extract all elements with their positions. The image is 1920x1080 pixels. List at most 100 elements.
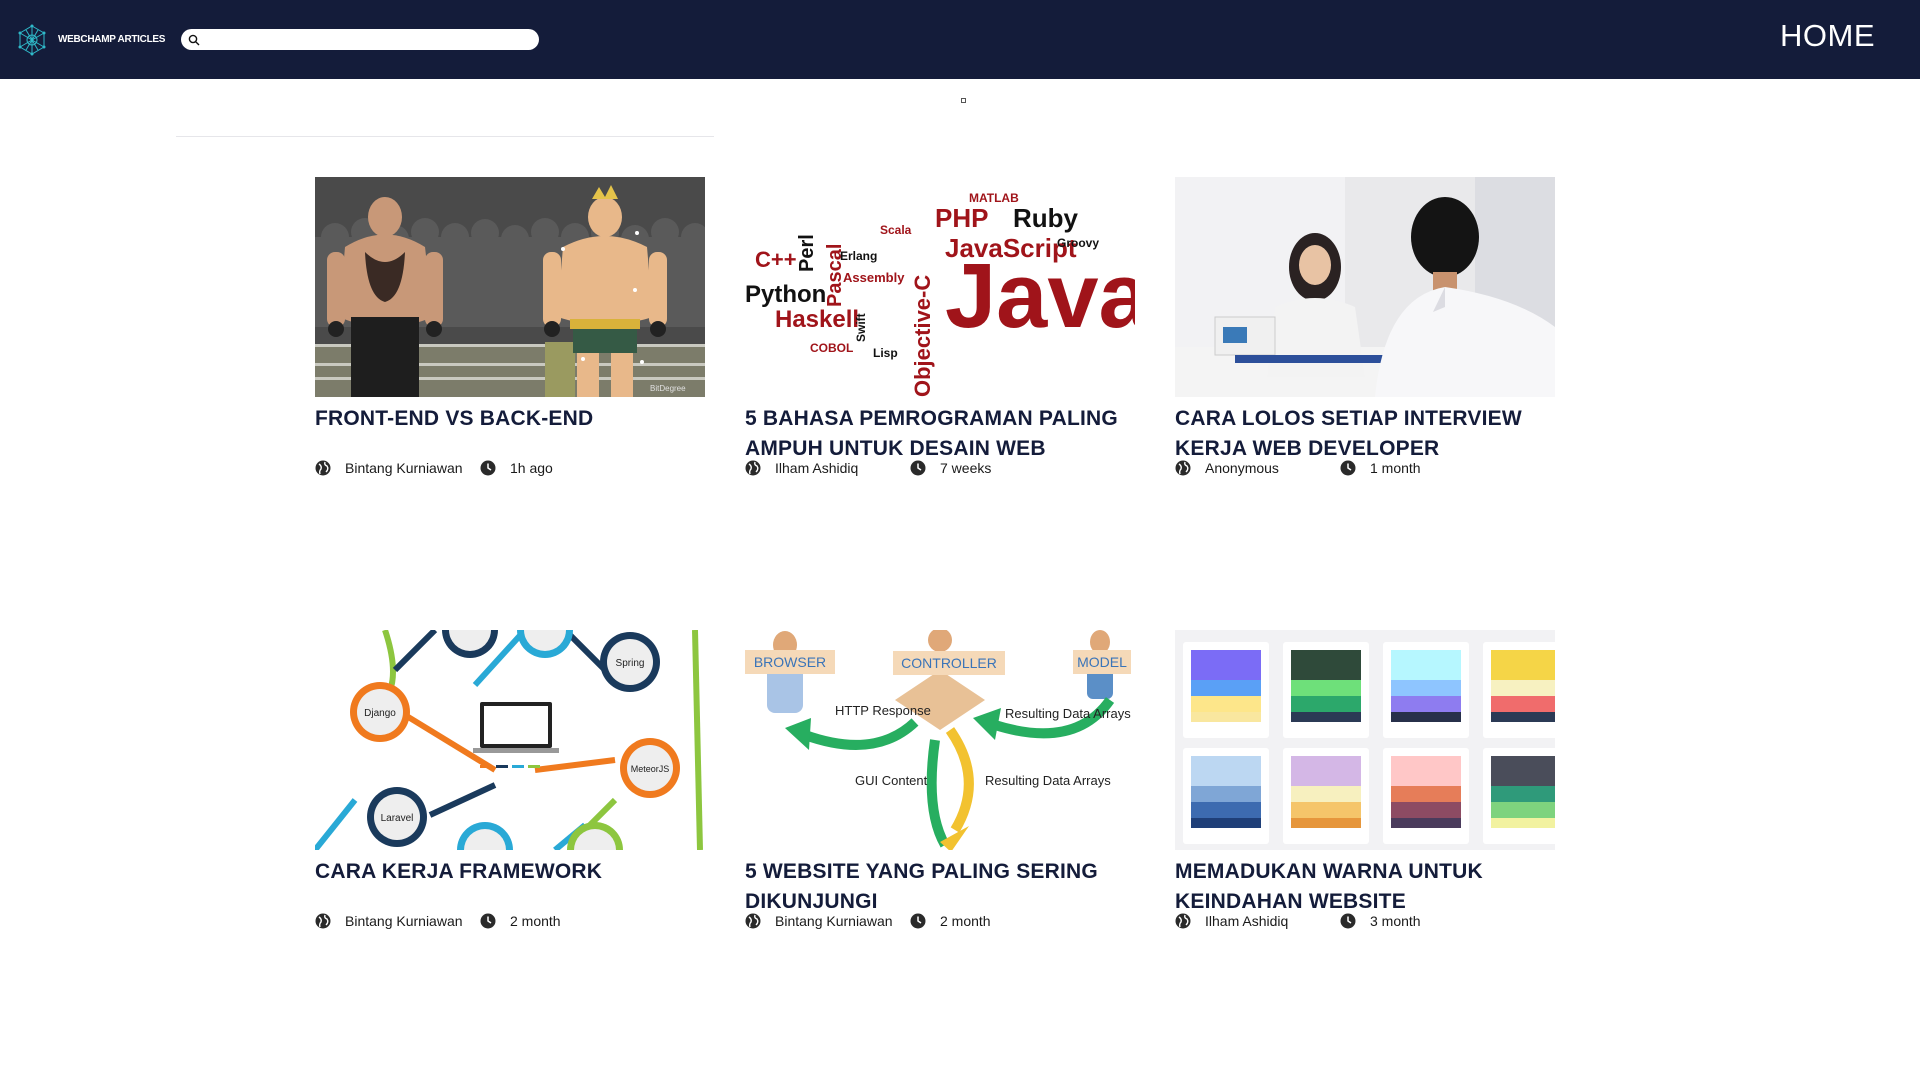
article-thumbnail[interactable] — [1175, 630, 1555, 850]
label-resulting-data-arrays: Resulting Data Arrays — [1005, 706, 1131, 721]
palette-swatch — [1191, 802, 1261, 818]
palette-swatch — [1491, 818, 1555, 828]
clock-icon — [910, 460, 926, 476]
brand[interactable]: WEBCHAMP ARTICLES — [16, 24, 165, 56]
article-title[interactable]: 5 BAHASA PEMROGRAMAN PALING AMPUH UNTUK … — [745, 404, 1135, 464]
label-spring: Spring — [616, 658, 645, 669]
globe-icon — [745, 913, 761, 929]
word-cobol: COBOL — [810, 341, 853, 355]
search-bar[interactable] — [181, 29, 540, 50]
framework-diagram: Spring Django MeteorJS Laravel — [315, 630, 705, 850]
job-interview-photo — [1175, 177, 1555, 397]
article-meta: Bintang Kurniawan 1h ago — [315, 460, 705, 476]
label-resulting-data-arrays-2: Resulting Data Arrays — [985, 773, 1111, 788]
clock-icon — [1340, 913, 1356, 929]
article-author[interactable]: Bintang Kurniawan — [775, 913, 900, 929]
palette-swatch — [1391, 650, 1461, 680]
word-python: Python — [745, 281, 826, 308]
article-title[interactable]: FRONT-END VS BACK-END — [315, 404, 705, 464]
palette-swatch — [1491, 802, 1555, 818]
article-title[interactable]: CARA LOLOS SETIAP INTERVIEW KERJA WEB DE… — [1175, 404, 1555, 464]
globe-icon — [1175, 913, 1191, 929]
article-author[interactable]: Anonymous — [1205, 460, 1330, 476]
palette-swatch — [1391, 818, 1461, 828]
article-author[interactable]: Bintang Kurniawan — [345, 913, 470, 929]
label-gui-content: GUI Content — [855, 773, 928, 788]
mvc-diagram: BROWSER CONTROLLER MODEL HTTP Response R… — [745, 630, 1135, 850]
article-card[interactable]: Java JavaScript Python Haskell Pascal PH… — [745, 177, 1135, 476]
palette-swatch — [1191, 696, 1261, 712]
globe-icon — [1175, 460, 1191, 476]
article-meta: Bintang Kurniawan 2 month — [315, 913, 705, 929]
article-time: 1h ago — [510, 460, 553, 476]
palette-swatch — [1491, 680, 1555, 696]
search-input[interactable] — [204, 30, 525, 49]
article-time: 7 weeks — [940, 460, 992, 476]
word-matlab: MATLAB — [969, 191, 1019, 205]
brand-name: WEBCHAMP ARTICLES — [58, 34, 166, 45]
word-erlang: Erlang — [840, 249, 877, 263]
word-scala: Scala — [880, 223, 912, 237]
article-author[interactable]: Bintang Kurniawan — [345, 460, 470, 476]
palette-swatch — [1291, 696, 1361, 712]
clock-icon — [480, 460, 496, 476]
label-laravel: Laravel — [381, 813, 414, 824]
article-author[interactable]: Ilham Ashidiq — [1205, 913, 1330, 929]
palette-swatch — [1491, 756, 1555, 786]
article-time: 2 month — [940, 913, 991, 929]
article-title[interactable]: MEMADUKAN WARNA UNTUK KEINDAHAN WEBSITE — [1175, 857, 1555, 917]
watermark: BitDegree — [650, 384, 686, 393]
word-swift: Swift — [854, 313, 868, 342]
palette-swatch — [1291, 650, 1361, 680]
network-logo-icon — [18, 24, 46, 55]
palette-swatch — [1191, 818, 1261, 828]
article-title[interactable]: 5 WEBSITE YANG PALING SERING DIKUNJUNGI — [745, 857, 1135, 917]
palette-swatch — [1391, 802, 1461, 818]
article-thumbnail[interactable]: Java JavaScript Python Haskell Pascal PH… — [745, 177, 1135, 397]
palette-swatch — [1291, 712, 1361, 722]
palette-swatch — [1191, 756, 1261, 786]
label-browser: BROWSER — [754, 654, 826, 670]
palette-swatch — [1391, 756, 1461, 786]
clock-icon — [1340, 460, 1356, 476]
article-card[interactable]: BitDegree FRONT-END VS BACK-END Bintang … — [315, 177, 705, 476]
clock-icon — [910, 913, 926, 929]
article-card[interactable]: Spring Django MeteorJS Laravel CARA KERJ… — [315, 630, 705, 929]
clock-icon — [480, 913, 496, 929]
word-assembly: Assembly — [843, 270, 905, 285]
palette-swatch — [1391, 786, 1461, 802]
article-card[interactable]: CARA LOLOS SETIAP INTERVIEW KERJA WEB DE… — [1175, 177, 1555, 476]
top-navbar: WEBCHAMP ARTICLES HOME — [0, 0, 1920, 79]
palette-swatch — [1491, 696, 1555, 712]
article-time: 2 month — [510, 913, 561, 929]
article-thumbnail[interactable] — [1175, 177, 1555, 397]
globe-icon — [745, 460, 761, 476]
word-objective-c: Objective-C — [910, 275, 935, 397]
nav-home-link[interactable]: HOME — [1780, 18, 1875, 54]
article-title[interactable]: CARA KERJA FRAMEWORK — [315, 857, 705, 917]
palette-swatch — [1291, 802, 1361, 818]
article-thumbnail[interactable]: Spring Django MeteorJS Laravel — [315, 630, 705, 850]
palette-swatch — [1391, 712, 1461, 722]
article-thumbnail[interactable]: BROWSER CONTROLLER MODEL HTTP Response R… — [745, 630, 1135, 850]
palette-swatch — [1191, 786, 1261, 802]
word-cpp: C++ — [755, 247, 797, 272]
programming-languages-word-cloud: Java JavaScript Python Haskell Pascal PH… — [745, 177, 1135, 397]
carousel-indicator[interactable] — [961, 98, 966, 103]
label-controller: CONTROLLER — [901, 655, 997, 671]
article-author[interactable]: Ilham Ashidiq — [775, 460, 900, 476]
palette-swatch — [1491, 712, 1555, 722]
article-meta: Bintang Kurniawan 2 month — [745, 913, 1135, 929]
palette-swatch — [1291, 680, 1361, 696]
search-icon — [188, 34, 200, 45]
section-divider — [176, 136, 714, 137]
word-haskell: Haskell — [775, 306, 859, 333]
label-http-response: HTTP Response — [835, 703, 931, 718]
word-perl: Perl — [796, 234, 818, 272]
article-thumbnail[interactable]: BitDegree — [315, 177, 705, 397]
article-card[interactable]: MEMADUKAN WARNA UNTUK KEINDAHAN WEBSITE … — [1175, 630, 1555, 929]
article-time: 1 month — [1370, 460, 1421, 476]
palette-swatch — [1491, 786, 1555, 802]
word-lisp: Lisp — [873, 346, 898, 360]
article-card[interactable]: BROWSER CONTROLLER MODEL HTTP Response R… — [745, 630, 1135, 929]
